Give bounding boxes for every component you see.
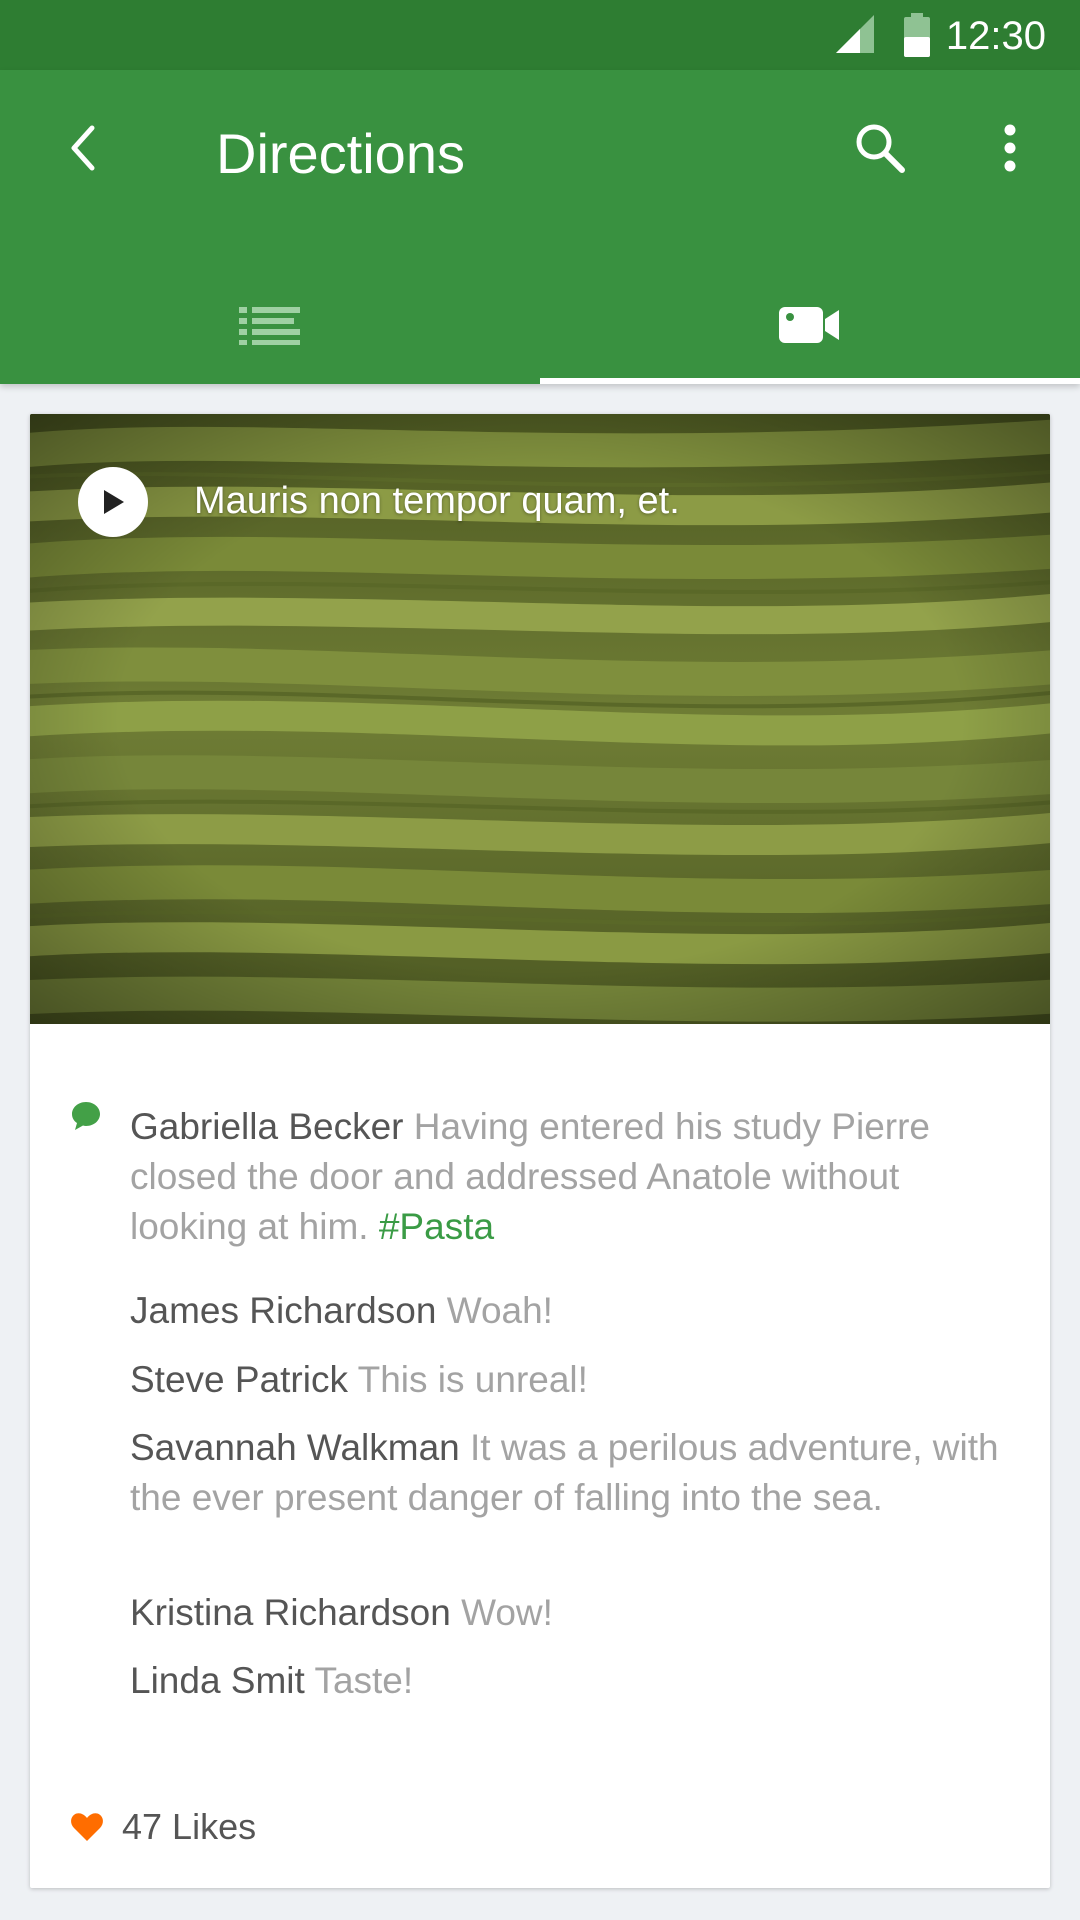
comment-text: Taste!	[314, 1660, 414, 1701]
cell-signal-icon	[836, 15, 874, 53]
comment-item: James Richardson Woah!	[130, 1286, 1010, 1336]
heart-icon	[71, 1813, 103, 1841]
likes-row[interactable]: 47 Likes	[70, 1802, 256, 1852]
comment-author[interactable]: Linda Smit	[130, 1660, 305, 1701]
comment-author[interactable]: Gabriella Becker	[130, 1106, 404, 1147]
comment-author[interactable]: Steve Patrick	[130, 1359, 348, 1400]
comment-text: This is unreal!	[357, 1359, 588, 1400]
list-icon	[239, 307, 300, 345]
comment-author[interactable]: Savannah Walkman	[130, 1427, 460, 1468]
comment-item: Linda Smit Taste!	[130, 1656, 1010, 1706]
tab-indicator	[540, 378, 1080, 384]
hashtag-link[interactable]: #Pasta	[379, 1206, 494, 1247]
back-button[interactable]	[52, 116, 116, 180]
more-options-button[interactable]	[978, 116, 1042, 180]
video-thumbnail[interactable]: Mauris non tempor quam, et.	[30, 414, 1050, 1024]
comment-item: Savannah Walkman It was a perilous adven…	[130, 1423, 1010, 1523]
video-title: Mauris non tempor quam, et.	[194, 480, 680, 522]
search-icon	[856, 124, 905, 173]
search-button[interactable]	[848, 116, 912, 180]
tab-video[interactable]	[540, 266, 1080, 384]
tab-list[interactable]	[0, 266, 540, 384]
page-title: Directions	[216, 122, 465, 185]
status-bar: 12:30	[0, 0, 1080, 70]
back-arrow-icon	[71, 125, 95, 171]
comment-author[interactable]: James Richardson	[130, 1290, 436, 1331]
comment-text: Woah!	[446, 1290, 553, 1331]
comment-text: Wow!	[461, 1592, 553, 1633]
app-bar: Directions	[0, 70, 1080, 384]
play-button[interactable]	[78, 467, 148, 537]
comment-item: Kristina Richardson Wow!	[130, 1588, 1010, 1638]
play-icon	[104, 490, 124, 514]
recipe-card: Mauris non tempor quam, et. Gabriella Be…	[30, 414, 1050, 1888]
comment-item: Gabriella Becker Having entered his stud…	[130, 1102, 1010, 1252]
comment-author[interactable]: Kristina Richardson	[130, 1592, 451, 1633]
status-time: 12:30	[945, 14, 1046, 58]
more-vert-icon	[1004, 124, 1016, 172]
video-camera-icon	[779, 307, 839, 343]
battery-icon	[904, 13, 930, 57]
comment-bubble-icon	[72, 1102, 100, 1130]
comment-item: Steve Patrick This is unreal!	[130, 1355, 1010, 1405]
likes-count: 47 Likes	[122, 1806, 257, 1847]
